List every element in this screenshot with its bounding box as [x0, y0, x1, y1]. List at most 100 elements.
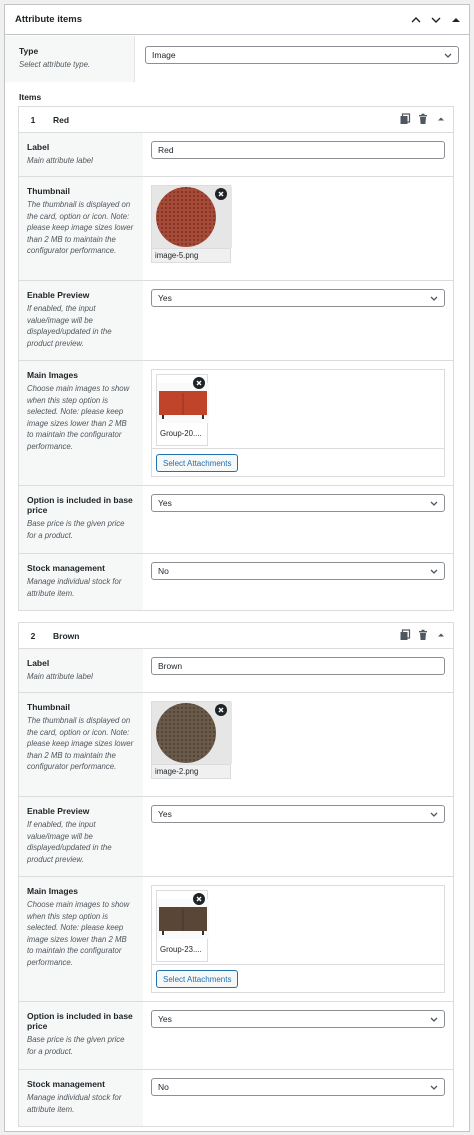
main-images-box: Group-20.... Select Attachments [151, 369, 445, 477]
base-price-description: Base price is the given price for a prod… [27, 519, 125, 540]
label-row: Label Main attribute label Red [19, 133, 453, 177]
items-label: Items [19, 92, 42, 102]
main-images-row: Main Images Choose main images to show w… [19, 361, 453, 486]
duplicate-icon[interactable] [399, 629, 411, 643]
stock-title: Stock management [27, 563, 105, 573]
chevron-down-icon [430, 569, 438, 574]
preview-title: Enable Preview [27, 290, 90, 300]
main-image-item[interactable]: Group-23.... [156, 890, 209, 962]
type-select[interactable]: Image [145, 46, 459, 64]
chevron-down-icon [444, 53, 452, 58]
thumbnail-filename: image-5.png [152, 248, 230, 262]
label-input[interactable]: Brown [151, 657, 445, 675]
main-images-description: Choose main images to show when this ste… [27, 384, 130, 451]
sofa-image [157, 899, 209, 939]
remove-main-image-icon[interactable] [193, 377, 205, 389]
base-price-row: Option is included in base price Base pr… [19, 486, 453, 554]
stock-row: Stock management Manage individual stock… [19, 554, 453, 610]
trash-icon[interactable] [417, 113, 429, 127]
panel-header: Attribute items [5, 5, 469, 35]
collapse-toggle-icon[interactable] [449, 13, 463, 27]
thumbnail-title: Thumbnail [27, 702, 70, 712]
preview-description: If enabled, the input value/image will b… [27, 304, 112, 348]
base-price-select-value: Yes [158, 498, 172, 508]
move-up-icon[interactable] [409, 13, 423, 27]
main-images-box: Group-23.... Select Attachments [151, 885, 445, 993]
preview-select[interactable]: Yes [151, 805, 445, 823]
main-images-row: Main Images Choose main images to show w… [19, 877, 453, 1002]
item-number: 1 [30, 114, 36, 125]
base-price-select-value: Yes [158, 1014, 172, 1024]
stock-title: Stock management [27, 1079, 105, 1089]
main-images-title: Main Images [27, 886, 79, 896]
thumbnail-filename: image-2.png [152, 764, 230, 778]
thumbnail-title: Thumbnail [27, 186, 70, 196]
preview-select[interactable]: Yes [151, 289, 445, 307]
thumbnail-row: Thumbnail The thumbnail is displayed on … [19, 693, 453, 797]
main-images-title: Main Images [27, 370, 79, 380]
chevron-down-icon [430, 1017, 438, 1022]
thumbnail-preview[interactable]: image-5.png [151, 185, 232, 263]
collapse-item-icon[interactable] [435, 113, 447, 127]
collapse-item-icon[interactable] [435, 629, 447, 643]
duplicate-icon[interactable] [399, 113, 411, 127]
type-label: Type [19, 46, 39, 56]
trash-icon[interactable] [417, 629, 429, 643]
thumbnail-description: The thumbnail is displayed on the card, … [27, 200, 134, 255]
preview-description: If enabled, the input value/image will b… [27, 820, 112, 864]
stock-description: Manage individual stock for attribute it… [27, 577, 122, 598]
stock-select[interactable]: No [151, 562, 445, 580]
preview-select-value: Yes [158, 809, 172, 819]
label-row: Label Main attribute label Brown [19, 649, 453, 693]
thumbnail-row: Thumbnail The thumbnail is displayed on … [19, 177, 453, 281]
chevron-down-icon [430, 1085, 438, 1090]
type-select-value: Image [152, 50, 176, 60]
type-row: Type Select attribute type. Image [5, 36, 469, 82]
main-image-item[interactable]: Group-20.... [156, 374, 209, 446]
remove-thumbnail-icon[interactable] [215, 188, 227, 200]
stock-row: Stock management Manage individual stock… [19, 1070, 453, 1126]
preview-row: Enable Preview If enabled, the input val… [19, 797, 453, 877]
label-description: Main attribute label [27, 156, 93, 165]
attribute-item: 2 Brown Label Main attribute label Brown… [18, 622, 454, 1127]
main-images-description: Choose main images to show when this ste… [27, 900, 130, 967]
label-title: Label [27, 658, 50, 668]
stock-description: Manage individual stock for attribute it… [27, 1093, 122, 1114]
preview-title: Enable Preview [27, 806, 90, 816]
item-name: Red [53, 114, 70, 125]
base-price-select[interactable]: Yes [151, 494, 445, 512]
panel-title: Attribute items [15, 14, 83, 25]
base-price-select[interactable]: Yes [151, 1010, 445, 1028]
select-attachments-button[interactable]: Select Attachments [156, 970, 239, 988]
label-input[interactable]: Red [151, 141, 445, 159]
chevron-down-icon [430, 812, 438, 817]
type-description: Select attribute type. [19, 60, 91, 69]
remove-main-image-icon[interactable] [193, 893, 205, 905]
chevron-down-icon [430, 296, 438, 301]
preview-select-value: Yes [158, 293, 172, 303]
item-name: Brown [53, 630, 80, 641]
label-title: Label [27, 142, 50, 152]
item-number: 2 [30, 630, 36, 641]
attribute-item: 1 Red Label Main attribute label Red Thu… [18, 106, 454, 611]
label-description: Main attribute label [27, 672, 93, 681]
stock-select-value: No [158, 566, 169, 576]
thumbnail-description: The thumbnail is displayed on the card, … [27, 716, 134, 771]
move-down-icon[interactable] [429, 13, 443, 27]
base-price-row: Option is included in base price Base pr… [19, 1002, 453, 1070]
main-image-filename: Group-20.... [160, 429, 202, 438]
stock-select-value: No [158, 1082, 169, 1092]
sofa-image [157, 383, 209, 423]
stock-select[interactable]: No [151, 1078, 445, 1096]
thumbnail-preview[interactable]: image-2.png [151, 701, 232, 779]
remove-thumbnail-icon[interactable] [215, 704, 227, 716]
base-price-title: Option is included in base price [27, 1011, 133, 1031]
item-header[interactable]: 1 Red [19, 107, 453, 133]
item-header[interactable]: 2 Brown [19, 623, 453, 649]
base-price-title: Option is included in base price [27, 495, 133, 515]
select-attachments-button[interactable]: Select Attachments [156, 454, 239, 472]
main-image-filename: Group-23.... [160, 945, 202, 954]
base-price-description: Base price is the given price for a prod… [27, 1035, 125, 1056]
chevron-down-icon [430, 501, 438, 506]
preview-row: Enable Preview If enabled, the input val… [19, 281, 453, 361]
